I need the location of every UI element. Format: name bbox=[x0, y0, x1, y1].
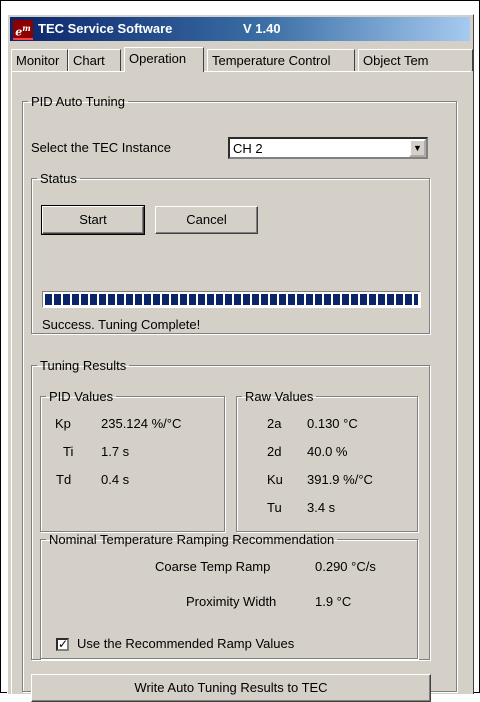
raw-name-2d: 2d bbox=[267, 444, 282, 459]
app-logo-icon: em bbox=[13, 20, 33, 40]
operation-panel: PID Auto Tuning Select the TEC Instance … bbox=[11, 71, 471, 702]
raw-name-ku: Ku bbox=[267, 472, 283, 487]
tab-operation[interactable]: Operation bbox=[124, 47, 204, 72]
checkmark-icon: ✓ bbox=[58, 637, 69, 651]
tuning-results-group: Tuning Results PID Values Kp 235.124 %/°… bbox=[31, 358, 430, 660]
title-bar[interactable]: em TEC Service Software V 1.40 bbox=[10, 17, 470, 41]
raw-value-tu: 3.4 s bbox=[307, 500, 336, 515]
pid-values-group: PID Values Kp 235.124 %/°C Ti 1.7 s Td 0… bbox=[40, 389, 225, 532]
select-instance-label: Select the TEC Instance bbox=[31, 140, 171, 155]
tab-bar: Monitor Chart Operation Temperature Cont… bbox=[11, 47, 473, 72]
pid-value-td: 0.4 s bbox=[101, 472, 130, 487]
start-button[interactable]: Start bbox=[41, 205, 145, 235]
status-legend: Status bbox=[40, 171, 77, 186]
tuning-status-message: Success. Tuning Complete! bbox=[42, 317, 201, 332]
use-recommended-checkbox[interactable]: ✓ bbox=[56, 638, 69, 651]
pid-auto-tuning-legend: PID Auto Tuning bbox=[31, 94, 125, 109]
tab-chart[interactable]: Chart bbox=[68, 49, 121, 71]
tab-temperature-control[interactable]: Temperature Control bbox=[207, 49, 355, 71]
ramping-legend: Nominal Temperature Ramping Recommendati… bbox=[49, 532, 335, 547]
use-recommended-label[interactable]: Use the Recommended Ramp Values bbox=[77, 636, 294, 651]
ramping-recommendation-group: Nominal Temperature Ramping Recommendati… bbox=[40, 532, 418, 659]
raw-value-ku: 391.9 %/°C bbox=[307, 472, 373, 487]
window-title: TEC Service Software bbox=[38, 21, 173, 36]
tab-object-temperature[interactable]: Object Tem bbox=[358, 49, 473, 71]
tec-instance-value: CH 2 bbox=[233, 141, 263, 156]
tuning-progress-fill bbox=[45, 294, 418, 305]
write-results-button[interactable]: Write Auto Tuning Results to TEC bbox=[31, 674, 431, 702]
proximity-width-label: Proximity Width bbox=[186, 594, 277, 609]
pid-values-legend: PID Values bbox=[49, 389, 114, 404]
pid-name-ti: Ti bbox=[63, 444, 74, 459]
tab-monitor[interactable]: Monitor bbox=[11, 49, 68, 71]
tuning-progress-bar bbox=[42, 291, 421, 308]
raw-values-group: Raw Values 2a 0.130 °C 2d 40.0 % Ku 391.… bbox=[236, 389, 418, 532]
pid-name-td: Td bbox=[56, 472, 72, 487]
dropdown-arrow-icon[interactable]: ▼ bbox=[409, 139, 426, 157]
coarse-temp-ramp-label: Coarse Temp Ramp bbox=[155, 559, 271, 574]
cancel-button[interactable]: Cancel bbox=[155, 206, 258, 234]
status-group: Status Start Cancel Success. Tuning Comp… bbox=[31, 171, 430, 334]
coarse-temp-ramp-value: 0.290 °C/s bbox=[315, 559, 376, 574]
pid-value-kp: 235.124 %/°C bbox=[101, 416, 182, 431]
tuning-results-legend: Tuning Results bbox=[40, 358, 127, 373]
raw-value-2d: 40.0 % bbox=[307, 444, 348, 459]
raw-name-tu: Tu bbox=[267, 500, 282, 515]
raw-values-legend: Raw Values bbox=[245, 389, 314, 404]
raw-value-2a: 0.130 °C bbox=[307, 416, 358, 431]
pid-value-ti: 1.7 s bbox=[101, 444, 130, 459]
window-version: V 1.40 bbox=[243, 21, 281, 36]
proximity-width-value: 1.9 °C bbox=[315, 594, 352, 609]
pid-name-kp: Kp bbox=[55, 416, 71, 431]
app-window: em TEC Service Software V 1.40 Monitor C… bbox=[7, 14, 474, 702]
pid-auto-tuning-group: PID Auto Tuning Select the TEC Instance … bbox=[22, 94, 457, 702]
raw-name-2a: 2a bbox=[267, 416, 282, 431]
tec-instance-select[interactable]: CH 2 ▼ bbox=[228, 137, 428, 159]
